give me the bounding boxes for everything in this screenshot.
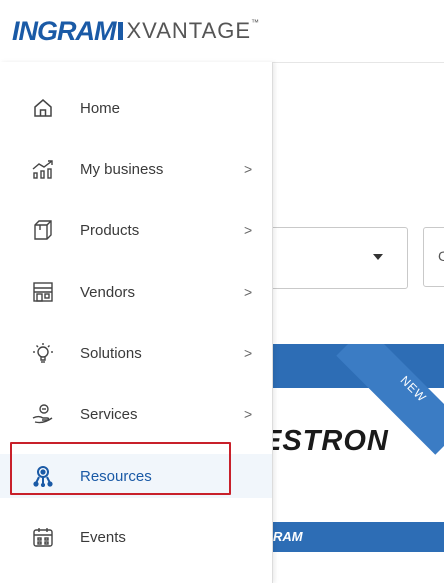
sidebar-item-events[interactable]: Events <box>0 515 272 559</box>
logo-micro-mark <box>117 22 123 40</box>
chevron-right-icon: > <box>244 284 253 300</box>
sidebar-item-services[interactable]: Services > <box>0 392 272 436</box>
sidebar-item-label: Events <box>80 528 126 546</box>
storefront-icon <box>30 279 56 305</box>
sidebar-item-home[interactable]: Home <box>0 86 272 130</box>
banner-bottom-logo: RAM <box>273 529 303 544</box>
home-icon <box>30 95 56 121</box>
chevron-right-icon: > <box>244 345 253 361</box>
ingram-xvantage-logo[interactable]: INGRAM XVANTAGE™ <box>12 16 260 46</box>
sidebar-item-label: My business <box>80 160 164 178</box>
sidebar-item-label: Products <box>80 221 140 239</box>
logo-xvantage-text: XVANTAGE™ <box>126 18 261 43</box>
sidebar-nav: Home My business > Products > Vendors > … <box>0 62 273 583</box>
box-icon <box>30 217 56 243</box>
lightbulb-icon <box>30 340 56 366</box>
secondary-dropdown-text: C <box>438 248 444 264</box>
caret-down-icon <box>373 254 383 260</box>
logo-ingram-text: INGRAM <box>12 15 116 46</box>
sidebar-item-label: Services <box>80 405 138 423</box>
selection-highlight-box <box>10 442 231 495</box>
banner-brand-text: ESTRON <box>262 425 389 457</box>
app-header: INGRAM XVANTAGE™ <box>0 0 444 63</box>
sidebar-item-products[interactable]: Products > <box>0 208 272 252</box>
sidebar-item-label: Home <box>80 99 121 117</box>
calendar-icon <box>30 524 56 550</box>
sidebar-item-vendors[interactable]: Vendors > <box>0 270 272 314</box>
sidebar-item-label: Vendors <box>80 283 136 301</box>
secondary-dropdown[interactable]: C <box>423 227 444 287</box>
chevron-right-icon: > <box>244 161 253 177</box>
chevron-right-icon: > <box>244 406 253 422</box>
hand-service-icon <box>30 401 56 427</box>
chevron-right-icon: > <box>244 222 253 238</box>
chart-growth-icon <box>30 156 56 182</box>
sidebar-item-my-business[interactable]: My business > <box>0 147 272 191</box>
sidebar-item-label: Solutions <box>80 344 142 362</box>
sidebar-item-solutions[interactable]: Solutions > <box>0 331 272 375</box>
